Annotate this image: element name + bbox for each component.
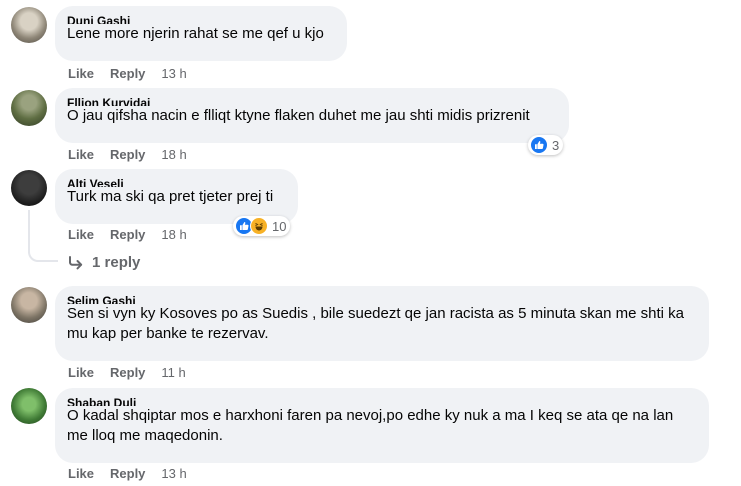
reply-button[interactable]: Reply	[110, 227, 145, 243]
comment-actions: Like Reply 13 h	[68, 66, 187, 82]
reply-arrow-icon	[69, 255, 83, 269]
comment-timestamp[interactable]: 18 h	[161, 147, 186, 163]
comment-author[interactable]: Selim Gashi	[67, 294, 697, 304]
comment-bubble: Shaban Duli O kadal shqiptar mos e harxh…	[55, 388, 709, 463]
reply-thread-line	[28, 210, 58, 262]
comment-bubble: Selim Gashi Sen si vyn ky Kosoves po as …	[55, 286, 709, 361]
comment-author[interactable]: Shaban Duli	[67, 396, 697, 406]
comment-actions: Like Reply 18 h	[68, 147, 187, 163]
comment-actions: Like Reply 11 h	[68, 365, 186, 381]
avatar[interactable]	[11, 287, 47, 323]
like-button[interactable]: Like	[68, 466, 94, 482]
reaction-summary[interactable]: 10	[233, 216, 291, 236]
comment-actions: Like Reply 18 h	[68, 227, 187, 243]
like-button[interactable]: Like	[68, 66, 94, 82]
like-button[interactable]: Like	[68, 365, 94, 381]
avatar[interactable]	[11, 90, 47, 126]
avatar[interactable]	[11, 388, 47, 424]
comment-timestamp[interactable]: 13 h	[161, 466, 186, 482]
view-replies-label: 1 reply	[92, 254, 141, 271]
comment-text: O kadal shqiptar mos e harxhoni faren pa…	[67, 407, 674, 444]
comment-author[interactable]: Alti Veseli	[67, 177, 286, 187]
comment-timestamp[interactable]: 18 h	[161, 227, 186, 243]
comment-author[interactable]: Flljon Kurvidaj	[67, 96, 557, 106]
avatar[interactable]	[11, 7, 47, 43]
reaction-summary[interactable]: 3	[528, 135, 564, 155]
reply-button[interactable]: Reply	[110, 66, 145, 82]
comment-bubble: Duni Gashi Lene more njerin rahat se me …	[55, 6, 347, 61]
view-replies-link[interactable]: 1 reply	[68, 254, 140, 271]
haha-reaction-icon	[250, 217, 268, 235]
reaction-count: 10	[272, 218, 287, 234]
like-button[interactable]: Like	[68, 147, 94, 163]
comment-bubble: Flljon Kurvidaj O jau qifsha nacin e fll…	[55, 88, 569, 143]
comment-text: Sen si vyn ky Kosoves po as Suedis , bil…	[67, 305, 684, 342]
like-reaction-icon	[530, 136, 548, 154]
comment-author[interactable]: Duni Gashi	[67, 14, 335, 24]
comment-timestamp[interactable]: 13 h	[161, 66, 186, 82]
reaction-count: 3	[552, 137, 560, 153]
reply-button[interactable]: Reply	[110, 365, 145, 381]
comment-text: Lene more njerin rahat se me qef u kjo	[67, 25, 324, 42]
avatar[interactable]	[11, 170, 47, 206]
reply-button[interactable]: Reply	[110, 466, 145, 482]
comment-text: O jau qifsha nacin e flliqt ktyne flaken…	[67, 107, 530, 124]
reply-button[interactable]: Reply	[110, 147, 145, 163]
comment-text: Turk ma ski qa pret tjeter prej ti	[67, 188, 274, 205]
comment-actions: Like Reply 13 h	[68, 466, 187, 482]
comment-timestamp[interactable]: 11 h	[161, 365, 185, 381]
like-button[interactable]: Like	[68, 227, 94, 243]
